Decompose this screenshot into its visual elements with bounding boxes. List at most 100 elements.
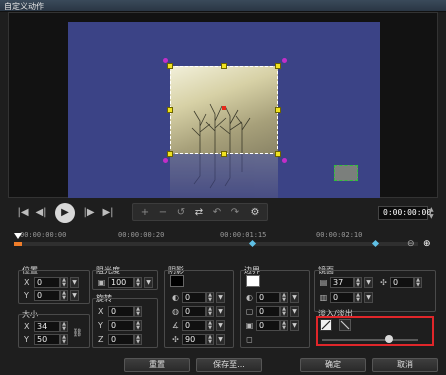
mirror-fade-dropdown-icon[interactable]: ▼ [364,292,373,303]
timeline-label: 00:00:00:20 [118,231,165,239]
timeline-label: 00:00:01:15 [220,231,267,239]
go-to-end-button[interactable]: ▶| [101,206,115,220]
shadow-direction-dropdown-icon[interactable]: ▼ [216,334,225,345]
zoom-in-icon[interactable]: ⊕ [423,239,433,249]
resize-handle-top[interactable] [221,63,227,69]
border-width-spinner-icon[interactable]: ▲ ▼ [280,306,288,317]
shadow-blur-dropdown-icon[interactable]: ▼ [216,306,225,317]
shadow-direction-spinner-icon[interactable]: ▲ ▼ [206,334,214,345]
opacity-input[interactable]: 100 [108,277,134,288]
move-right-icon[interactable]: ↷ [227,206,243,220]
rotation-y-spinner-icon[interactable]: ▲ ▼ [134,320,142,331]
shadow-distance-input[interactable]: 0 [182,320,206,331]
rotate-handle-bottom-right[interactable] [282,158,287,163]
position-y-dropdown-icon[interactable]: ▼ [70,290,79,301]
play-button[interactable]: ▶ [55,203,75,223]
rotation-x-input[interactable]: 0 [108,306,134,317]
go-to-start-button[interactable]: |◀ [16,206,30,220]
opacity-spinner-icon[interactable]: ▲ ▼ [134,277,142,288]
rotate-handle-bottom-left[interactable] [163,158,168,163]
timeline-track[interactable] [14,242,418,246]
y-label: Y [24,291,29,300]
z-label: Z [98,335,104,344]
rotation-x-spinner-icon[interactable]: ▲ ▼ [134,306,142,317]
preview-reflection [170,154,278,198]
border-opacity-dropdown-icon[interactable]: ▼ [290,292,299,303]
shadow-opacity-dropdown-icon[interactable]: ▼ [216,292,225,303]
position-x-spinner-icon[interactable]: ▲ ▼ [60,277,68,288]
secondary-object[interactable] [334,165,358,181]
shadow-blur-input[interactable]: 0 [182,306,206,317]
timecode-display[interactable]: 0:00:00:00 [378,206,431,220]
rotate-handle-top-right[interactable] [282,58,287,63]
border-color-swatch[interactable] [246,275,260,287]
position-x-dropdown-icon[interactable]: ▼ [70,277,79,288]
fade-in-button[interactable] [320,319,332,331]
border-opacity-spinner-icon[interactable]: ▲ ▼ [280,292,288,303]
x-label: X [24,278,30,287]
mirror-offset-spinner-icon[interactable]: ▲ ▼ [414,277,422,288]
border-softness-dropdown-icon[interactable]: ▼ [290,320,299,331]
shadow-direction-input[interactable]: 90 [182,334,206,345]
fade-out-button[interactable] [339,319,351,331]
previous-frame-button[interactable]: ◀| [34,206,48,220]
resize-handle-right[interactable] [275,107,281,113]
resize-handle-bottom[interactable] [221,151,227,157]
rotation-z-spinner-icon[interactable]: ▲ ▼ [134,334,142,345]
add-keyframe-icon[interactable]: + [137,206,153,220]
size-y-input[interactable]: 50 [34,334,60,345]
position-y-spinner-icon[interactable]: ▲ ▼ [60,290,68,301]
resize-handle-left[interactable] [167,107,173,113]
settings-icon[interactable]: ⚙ [247,206,263,220]
y-label: Y [24,335,29,344]
border-width-input[interactable]: 0 [256,306,280,317]
size-x-input[interactable]: 34 [34,321,60,332]
shadow-color-swatch[interactable] [170,275,184,287]
rotate-handle-top-left[interactable] [163,58,168,63]
remove-keyframe-icon[interactable]: − [155,206,171,220]
border-softness-spinner-icon[interactable]: ▲ ▼ [280,320,288,331]
cancel-button[interactable]: 取消 [372,358,438,372]
timecode-spinner-icon[interactable]: ▲ ▼ [429,206,437,220]
zoom-out-icon[interactable]: ⊖ [407,239,417,249]
mirror-opacity-spinner-icon[interactable]: ▲ ▼ [354,277,362,288]
size-y-spinner-icon[interactable]: ▲ ▼ [60,334,68,345]
mirror-offset-input[interactable]: 0 [390,277,414,288]
resize-handle-bottom-left[interactable] [167,151,173,157]
position-x-input[interactable]: 0 [34,277,60,288]
border-softness-input[interactable]: 0 [256,320,280,331]
save-as-button[interactable]: 保存至... [196,358,262,372]
mirror-opacity-dropdown-icon[interactable]: ▼ [364,277,373,288]
shadow-distance-spinner-icon[interactable]: ▲ ▼ [206,320,214,331]
position-y-input[interactable]: 0 [34,290,60,301]
shadow-opacity-input[interactable]: 0 [182,292,206,303]
mirror-fade-input[interactable]: 0 [330,292,354,303]
selection-frame[interactable] [170,66,278,154]
shadow-distance-icon: ∡ [171,321,180,330]
ok-button[interactable]: 确定 [300,358,366,372]
lock-ratio-icon[interactable]: ⛓ [72,327,83,338]
reverse-icon[interactable]: ↺ [173,206,189,220]
resize-handle-top-left[interactable] [167,63,173,69]
playhead-marker[interactable] [14,233,22,239]
border-softness-icon: ▣ [245,321,254,330]
reset-button[interactable]: 重置 [124,358,190,372]
swap-icon[interactable]: ⇄ [191,206,207,220]
next-frame-button[interactable]: |▶ [82,206,96,220]
move-left-icon[interactable]: ↶ [209,206,225,220]
shadow-blur-spinner-icon[interactable]: ▲ ▼ [206,306,214,317]
shadow-opacity-spinner-icon[interactable]: ▲ ▼ [206,292,214,303]
border-opacity-input[interactable]: 0 [256,292,280,303]
shadow-distance-dropdown-icon[interactable]: ▼ [216,320,225,331]
opacity-dropdown-icon[interactable]: ▼ [144,277,153,288]
resize-handle-bottom-right[interactable] [275,151,281,157]
rotation-z-input[interactable]: 0 [108,334,134,345]
border-width-dropdown-icon[interactable]: ▼ [290,306,299,317]
mirror-fade-spinner-icon[interactable]: ▲ ▼ [354,292,362,303]
size-x-spinner-icon[interactable]: ▲ ▼ [60,321,68,332]
mirror-opacity-input[interactable]: 37 [330,277,354,288]
rotation-y-input[interactable]: 0 [108,320,134,331]
resize-handle-top-right[interactable] [275,63,281,69]
fade-slider-track[interactable] [322,339,418,341]
opacity-icon: ▣ [97,278,106,287]
